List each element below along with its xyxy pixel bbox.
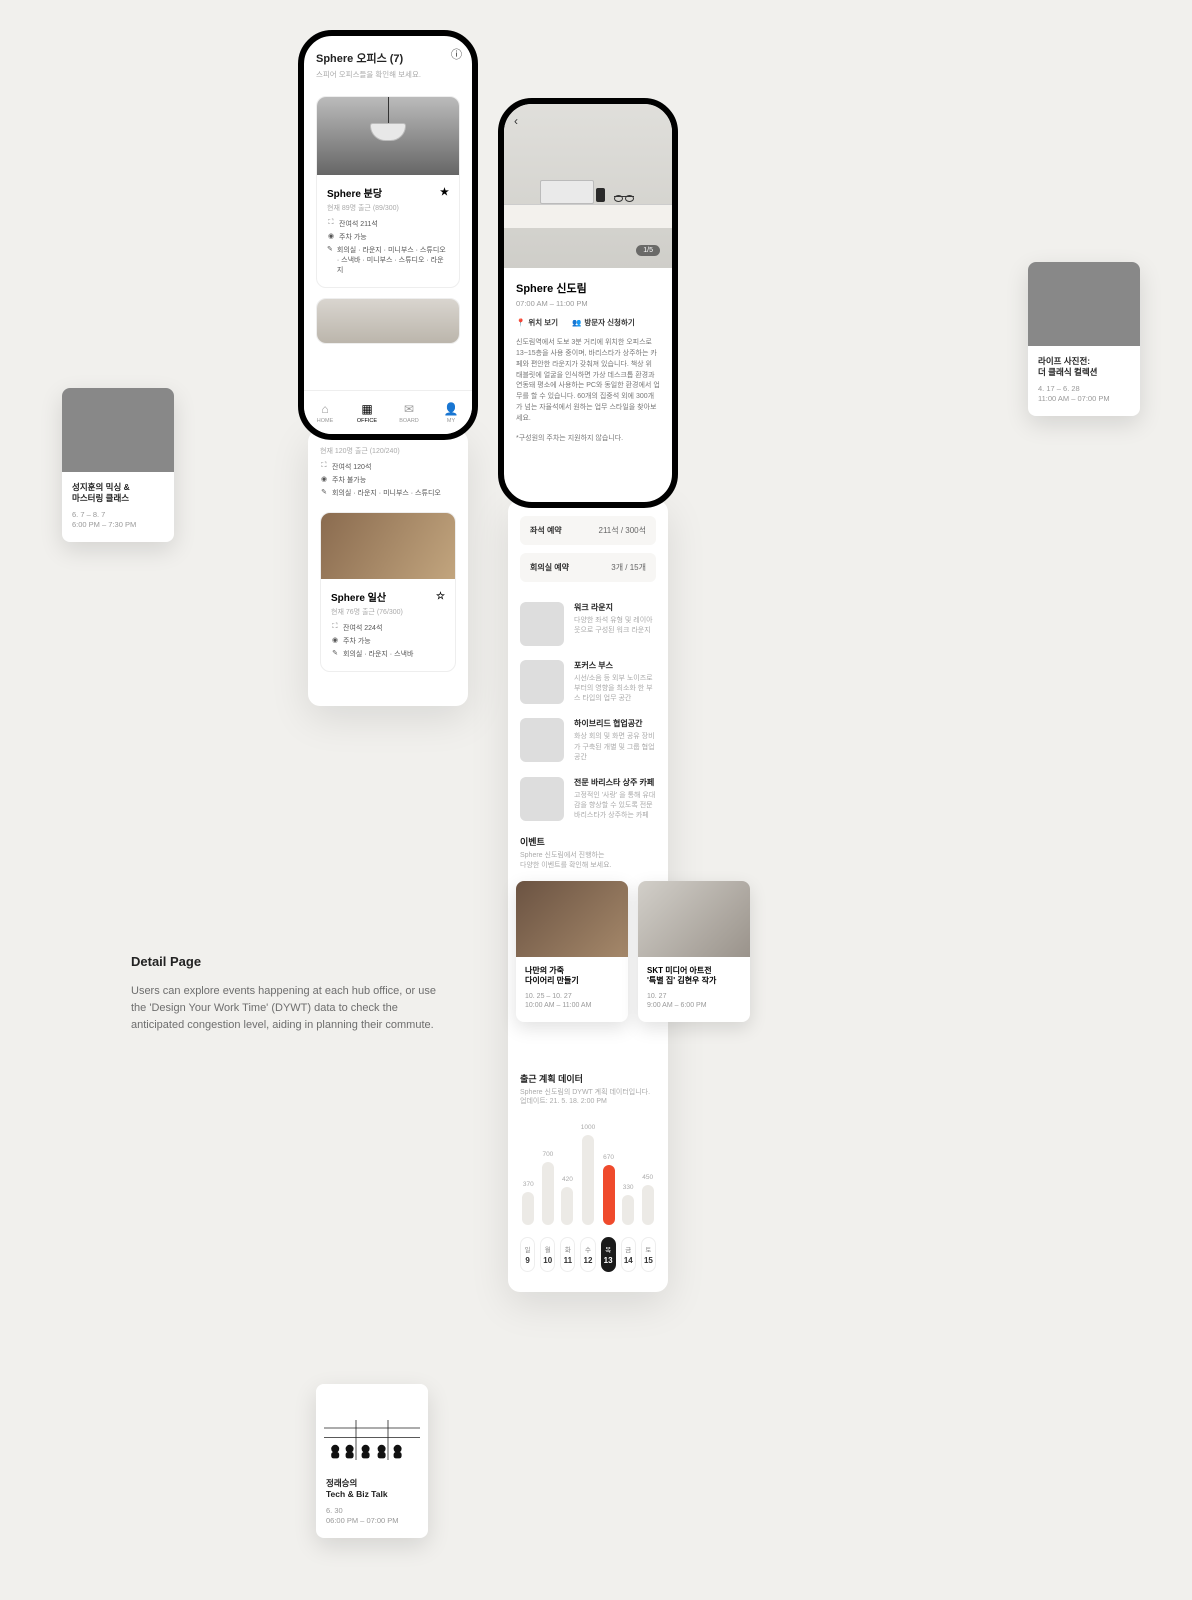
dywt-chart: 370 700 420 1000 670 330 450 <box>520 1125 656 1225</box>
user-icon: 👤 <box>444 402 459 416</box>
event-card-exhibition[interactable]: 라이프 사진전: 더 클래식 컬렉션 4. 17 – 6. 2811:00 AM… <box>1028 262 1140 416</box>
event-image <box>516 881 628 957</box>
feature-image <box>520 777 564 821</box>
office-list-overflow: 현재 120명 출근 (120/240) ⛶잔여석 120석 ◉주차 불가능 ✎… <box>308 430 468 706</box>
parking-icon: ◉ <box>327 232 335 242</box>
event-title: 성지훈의 믹싱 & 마스터링 클래스 <box>72 482 164 504</box>
day-button[interactable]: 수12 <box>580 1237 595 1272</box>
office-icon: ▦ <box>361 402 372 416</box>
day-button[interactable]: 금14 <box>621 1237 636 1272</box>
building-image <box>1028 262 1140 346</box>
headphones-image <box>62 388 174 472</box>
office-card-bundang[interactable]: Sphere 분당★ 현재 89명 출근 (89/300) ⛶잔여석 211석 … <box>316 96 460 288</box>
occupancy-text: 현재 120명 출근 (120/240) <box>320 446 456 456</box>
amenity-icon: ✎ <box>327 245 333 275</box>
nav-office[interactable]: ▦OFFICE <box>346 391 388 434</box>
office-description: 신도림역에서 도보 3분 거리에 위치한 오피스로 13~15층을 사용 중이며… <box>516 338 660 425</box>
phone-office-detail: ‹ 1/5 Sphere 신도림 07:00 AM – 11:00 PM 📍위치… <box>498 98 678 508</box>
reservation-seats[interactable]: 좌석 예약 211석 / 300석 <box>520 516 656 545</box>
seat-icon: ⛶ <box>331 623 339 633</box>
occupancy-text: 현재 89명 출근 (89/300) <box>327 203 449 213</box>
star-icon[interactable]: ☆ <box>436 591 445 602</box>
dywt-subtitle: Sphere 신도림의 DYWT 계획 데이터입니다. 업데이트: 21. 5.… <box>520 1088 656 1108</box>
event-image <box>638 881 750 957</box>
view-location-button[interactable]: 📍위치 보기 <box>516 317 558 328</box>
office-card-ilsan[interactable]: Sphere 일산☆ 현재 76명 출근 (76/300) ⛶잔여석 224석 … <box>320 512 456 672</box>
event-card-talk[interactable]: 정래승의 Tech & Biz Talk 6. 3006:00 PM – 07:… <box>316 1384 428 1538</box>
star-icon[interactable]: ★ <box>440 187 449 198</box>
office-hours: 07:00 AM – 11:00 PM <box>516 299 660 308</box>
amenity-icon: ✎ <box>320 488 328 498</box>
event-card-headphones[interactable]: 성지훈의 믹싱 & 마스터링 클래스 6. 7 – 8. 76:00 PM – … <box>62 388 174 542</box>
feature-image <box>520 660 564 704</box>
info-icon[interactable]: ⓘ <box>451 46 462 62</box>
back-icon[interactable]: ‹ <box>514 114 518 128</box>
day-button[interactable]: 목13 <box>601 1237 616 1272</box>
day-button[interactable]: 토15 <box>641 1237 656 1272</box>
user-add-icon: 👥 <box>572 318 581 327</box>
chart-bar: 450 <box>641 1174 654 1226</box>
nav-home[interactable]: ⌂HOME <box>304 391 346 434</box>
office-card-next[interactable] <box>316 298 460 344</box>
feature-image <box>520 602 564 646</box>
events-subtitle: Sphere 신도림에서 진행하는 다양한 이벤트를 확인해 보세요. <box>520 851 656 871</box>
dywt-title: 출근 계획 데이터 <box>520 1072 656 1085</box>
day-button[interactable]: 일9 <box>520 1237 535 1272</box>
event-meta: 6. 7 – 8. 76:00 PM – 7:30 PM <box>72 510 164 530</box>
feature-cafe: 전문 바리스타 상주 카페고정적인 '사랑' 을 통해 유대감을 향상할 수 있… <box>520 777 656 821</box>
dywt-day-selector[interactable]: 일9 월10 화11 수12 목13 금14 토15 <box>520 1237 656 1272</box>
page-title: Detail Page <box>131 954 441 969</box>
board-icon: ✉ <box>404 402 414 416</box>
image-counter: 1/5 <box>636 245 660 256</box>
list-title: Sphere 오피스 (7) <box>316 50 460 66</box>
home-icon: ⌂ <box>321 402 328 416</box>
office-name: Sphere 분당 <box>327 185 382 200</box>
chart-bar: 670 <box>602 1154 615 1225</box>
event-meta: 6. 3006:00 PM – 07:00 PM <box>326 1506 418 1526</box>
chart-bar: 1000 <box>581 1124 595 1225</box>
event-meta: 4. 17 – 6. 2811:00 AM – 07:00 PM <box>1038 384 1130 404</box>
event-title: 정래승의 Tech & Biz Talk <box>326 1478 418 1500</box>
list-subtitle: 스피어 오피스들을 확인해 보세요. <box>316 69 460 80</box>
office-image <box>321 513 455 579</box>
talk-image <box>316 1384 428 1468</box>
event-title: 라이프 사진전: 더 클래식 컬렉션 <box>1038 356 1130 378</box>
nav-my[interactable]: 👤MY <box>430 391 472 434</box>
parking-icon: ◉ <box>320 475 328 485</box>
feature-lounge: 워크 라운지다양한 좌석 유형 및 레이아웃으로 구성된 워크 라운지 <box>520 602 656 646</box>
chart-bar: 330 <box>622 1184 635 1225</box>
bottom-nav: ⌂HOME ▦OFFICE ✉BOARD 👤MY <box>304 390 472 434</box>
seat-icon: ⛶ <box>320 462 328 472</box>
hero-image: ‹ 1/5 <box>504 104 672 268</box>
request-visit-button[interactable]: 👥방문자 신청하기 <box>572 317 635 328</box>
day-button[interactable]: 월10 <box>540 1237 555 1272</box>
event-card-diary[interactable]: 나만의 가죽 다이어리 만들기10. 25 – 10. 2710:00 AM –… <box>516 881 628 1022</box>
pin-icon: 📍 <box>516 318 525 327</box>
office-name: Sphere 일산 <box>331 589 386 604</box>
occupancy-text: 현재 76명 출근 (76/300) <box>331 607 445 617</box>
chart-bar: 700 <box>542 1151 555 1225</box>
office-note: *구성원의 주차는 지원하지 않습니다. <box>516 433 660 443</box>
nav-board[interactable]: ✉BOARD <box>388 391 430 434</box>
day-button[interactable]: 화11 <box>560 1237 575 1272</box>
office-image <box>317 97 459 175</box>
feature-image <box>520 718 564 762</box>
chart-bar: 420 <box>561 1176 574 1225</box>
page-body: Users can explore events happening at ea… <box>131 983 441 1034</box>
office-image <box>317 299 459 344</box>
phone-office-list: ⓘ Sphere 오피스 (7) 스피어 오피스들을 확인해 보세요. Sphe… <box>298 30 478 440</box>
reservation-rooms[interactable]: 회의실 예약 3개 / 15개 <box>520 553 656 582</box>
feature-hybrid: 하이브리드 협업공간화상 회의 및 화면 공유 장비가 구축된 개별 및 그룹 … <box>520 718 656 762</box>
event-card-art[interactable]: SKT 미디어 아트전 '특별 집' 김현우 작가10. 279:00 AM –… <box>638 881 750 1022</box>
page-description: Detail Page Users can explore events hap… <box>131 954 441 1034</box>
events-title: 이벤트 <box>520 835 656 848</box>
seat-icon: ⛶ <box>327 219 335 229</box>
feature-focus-booth: 포커스 부스시선/소음 등 외부 노이즈로부터의 영향을 최소화 한 부스 타입… <box>520 660 656 704</box>
chart-bar: 370 <box>522 1181 535 1225</box>
office-detail-overflow: 좌석 예약 211석 / 300석 회의실 예약 3개 / 15개 워크 라운지… <box>508 500 668 1292</box>
amenity-icon: ✎ <box>331 649 339 659</box>
office-name: Sphere 신도림 <box>516 280 660 296</box>
parking-icon: ◉ <box>331 636 339 646</box>
